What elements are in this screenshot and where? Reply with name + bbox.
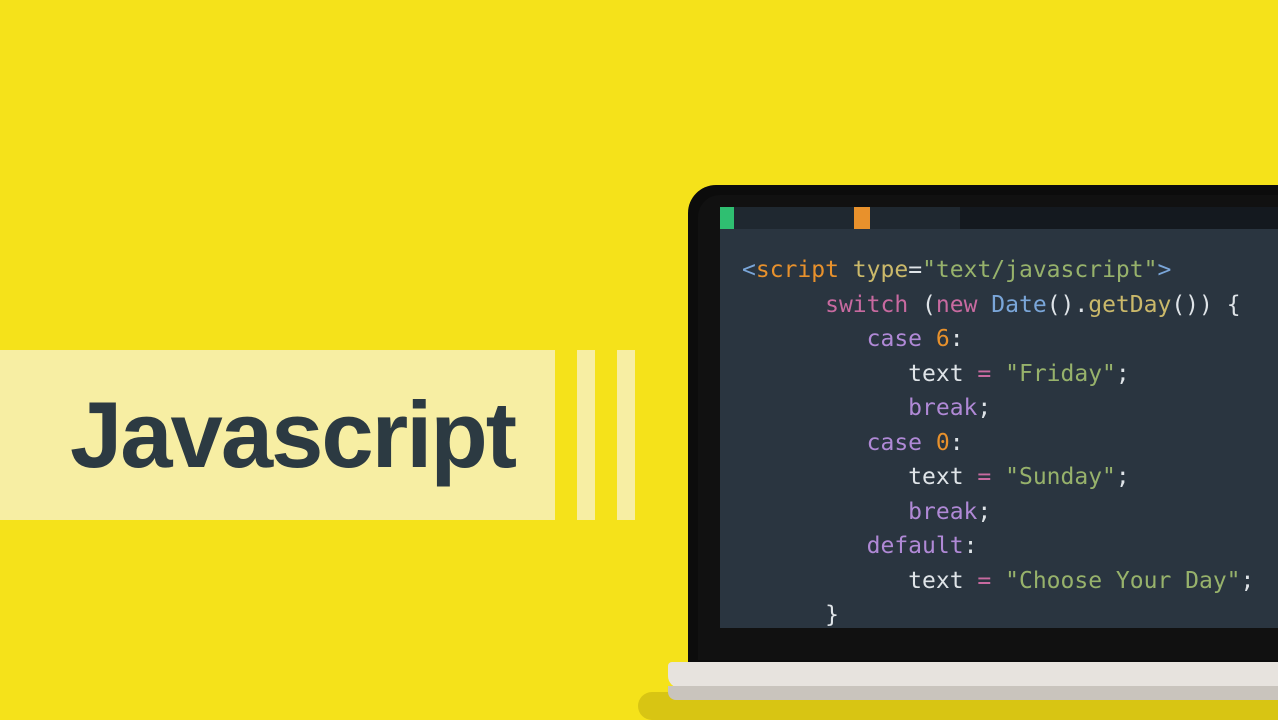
title-banner-main: Javascript [0,350,555,520]
code-token: text [908,361,977,387]
code-token: ; [977,499,991,525]
code-token: < [742,257,756,283]
page-title: Javascript [70,381,515,489]
banner-gap [555,350,577,520]
code-token: = [908,257,922,283]
code-token: script [756,257,839,283]
code-token: : [950,430,964,456]
code-token: 0 [922,430,950,456]
code-token: ; [1116,361,1130,387]
code-token: ()) { [1171,292,1240,318]
banner-stripe-1 [577,350,595,520]
code-token: case [867,326,922,352]
laptop-bezel: <script type="text/javascript"> switch (… [688,185,1278,670]
code-token: = [977,361,991,387]
tab-accent-green [720,207,734,229]
code-token: type [839,257,908,283]
code-token: "Friday" [991,361,1116,387]
code-token: break [908,395,977,421]
code-token: } [825,602,839,628]
laptop-foot [668,686,1278,700]
title-banner: Javascript [0,350,635,520]
code-token: text [908,568,977,594]
tab-accent-orange [854,207,870,229]
laptop-screen: <script type="text/javascript"> switch (… [720,207,1278,628]
tab-inactive-area [960,207,1278,229]
code-token: text [908,464,977,490]
code-token: getDay [1088,292,1171,318]
code-token: ; [1241,568,1255,594]
code-token: case [867,430,922,456]
code-token: "Sunday" [991,464,1116,490]
code-token: 6 [922,326,950,352]
code-token: : [964,533,978,559]
editor-tabstrip [720,207,1278,229]
code-token: = [977,464,991,490]
code-token: ( [908,292,936,318]
code-token: > [1157,257,1171,283]
laptop-illustration: <script type="text/javascript"> switch (… [668,185,1278,700]
code-token: (). [1047,292,1089,318]
code-token: default [867,533,964,559]
code-token: = [977,568,991,594]
banner-gap [595,350,617,520]
code-token: ; [977,395,991,421]
code-token: : [950,326,964,352]
code-token: "Choose Your Day" [991,568,1240,594]
code-token: break [908,499,977,525]
code-token: switch [825,292,908,318]
code-token: "text/javascript" [922,257,1157,283]
tab-gap [734,207,854,229]
laptop-base [668,662,1278,688]
code-snippet: <script type="text/javascript"> switch (… [742,253,1278,628]
code-token: new [936,292,978,318]
code-token: ; [1116,464,1130,490]
tab-gap [870,207,960,229]
banner-stripe-2 [617,350,635,520]
code-token: Date [977,292,1046,318]
